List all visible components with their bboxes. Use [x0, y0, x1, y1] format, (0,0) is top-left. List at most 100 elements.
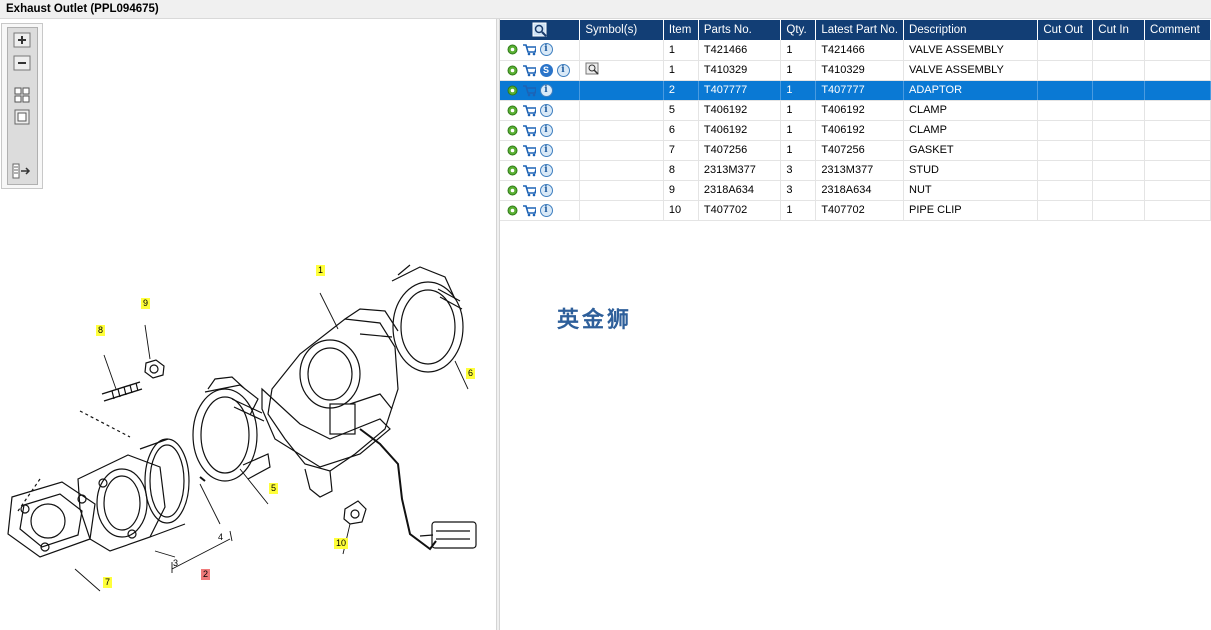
table-row[interactable]: i 6 T406192 1 T406192 CLAMP: [500, 120, 1211, 141]
comment-cell: [1144, 140, 1211, 161]
callout-8[interactable]: 8: [96, 325, 106, 336]
cart-icon[interactable]: [522, 103, 536, 117]
column-header-comment[interactable]: Comment: [1144, 20, 1211, 40]
info-icon[interactable]: i: [539, 123, 553, 137]
symbol-preview-icon[interactable]: [585, 62, 599, 76]
callout-2[interactable]: 2: [201, 569, 211, 580]
panel-arrow-icon: [12, 163, 31, 179]
parts-no-cell: T407702: [698, 200, 782, 221]
cart-icon[interactable]: [522, 63, 536, 77]
cart-icon[interactable]: [522, 43, 536, 57]
parts-no-cell: 2313M377: [698, 160, 782, 181]
cart-icon[interactable]: [522, 83, 536, 97]
callout-7[interactable]: 7: [103, 577, 113, 588]
qty-cell: 1: [780, 140, 817, 161]
table-row[interactable]: i 8 2313M377 3 2313M377 STUD: [500, 160, 1211, 181]
parts-no-cell: T407256: [698, 140, 782, 161]
info-icon[interactable]: i: [539, 83, 553, 97]
parts-list-pane: Symbol(s) Item Parts No. Qty. Latest Par…: [500, 19, 1211, 630]
cut-out-cell: [1037, 100, 1094, 121]
qty-cell: 1: [780, 80, 817, 101]
cart-icon[interactable]: [522, 163, 536, 177]
cart-icon[interactable]: [522, 203, 536, 217]
table-row[interactable]: i 10 T407702 1 T407702 PIPE CLIP: [500, 200, 1211, 221]
item-cell: 5: [663, 100, 699, 121]
description-cell: VALVE ASSEMBLY: [903, 60, 1039, 81]
callout-3[interactable]: 3: [173, 558, 178, 569]
gear-icon[interactable]: [505, 43, 519, 57]
zoom-in-button[interactable]: [12, 31, 32, 49]
table-row[interactable]: i 9 2318A634 3 2318A634 NUT: [500, 180, 1211, 201]
callout-4[interactable]: 4: [218, 532, 223, 543]
cut-out-cell: [1037, 200, 1094, 221]
table-row[interactable]: i 1 T421466 1 T421466 VALVE ASSEMBLY: [500, 40, 1211, 61]
info-icon[interactable]: i: [539, 103, 553, 117]
latest-part-no-cell: 2318A634: [815, 180, 905, 201]
table-row[interactable]: i 2 T407777 1 T407777 ADAPTOR: [500, 80, 1211, 101]
qty-cell: 1: [780, 60, 817, 81]
symbols-cell: [579, 200, 664, 221]
column-header-cut-in[interactable]: Cut In: [1092, 20, 1146, 40]
nut-part: [144, 359, 165, 379]
gear-icon[interactable]: [505, 123, 519, 137]
gear-icon[interactable]: [505, 203, 519, 217]
info-icon[interactable]: i: [556, 63, 570, 77]
gear-icon[interactable]: [505, 63, 519, 77]
column-header-item[interactable]: Item: [663, 20, 699, 40]
toggle-panel-button[interactable]: [12, 162, 32, 180]
diagram-pane[interactable]: 1 2 3 4 5 6 7 8 9 10: [0, 19, 497, 630]
table-row[interactable]: i 5 T406192 1 T406192 CLAMP: [500, 100, 1211, 121]
column-header-description[interactable]: Description: [903, 20, 1039, 40]
comment-cell: [1144, 180, 1211, 201]
gear-icon[interactable]: [505, 103, 519, 117]
column-header-parts-no[interactable]: Parts No.: [698, 20, 782, 40]
gear-icon[interactable]: [505, 163, 519, 177]
cart-icon[interactable]: [522, 143, 536, 157]
table-row[interactable]: i 7 T407256 1 T407256 GASKET: [500, 140, 1211, 161]
description-cell: STUD: [903, 160, 1039, 181]
clamp-5-part: [192, 388, 258, 482]
fit-window-icon: [14, 109, 30, 125]
latest-part-no-cell: T421466: [815, 40, 905, 61]
zoom-out-button[interactable]: [12, 54, 32, 72]
description-cell: NUT: [903, 180, 1039, 201]
info-icon[interactable]: i: [539, 163, 553, 177]
s-badge-icon[interactable]: S: [539, 63, 553, 77]
gear-icon[interactable]: [505, 83, 519, 97]
callout-1[interactable]: 1: [316, 265, 326, 276]
info-icon[interactable]: i: [539, 183, 553, 197]
callout-10[interactable]: 10: [334, 538, 349, 549]
pipe-clip-part: [343, 500, 367, 525]
callout-9[interactable]: 9: [141, 298, 151, 309]
cut-in-cell: [1092, 140, 1146, 161]
parts-no-cell: T421466: [698, 40, 782, 61]
cut-in-cell: [1092, 80, 1146, 101]
comment-cell: [1144, 160, 1211, 181]
latest-part-no-cell: T407702: [815, 200, 905, 221]
column-header-tools[interactable]: [500, 20, 581, 40]
callout-5[interactable]: 5: [269, 483, 279, 494]
symbols-cell: [579, 140, 664, 161]
description-cell: GASKET: [903, 140, 1039, 161]
fit-window-button[interactable]: [12, 108, 32, 126]
gear-icon[interactable]: [505, 143, 519, 157]
column-header-latest-part-no[interactable]: Latest Part No.: [815, 20, 905, 40]
parts-no-cell: T407777: [698, 80, 782, 101]
gear-icon[interactable]: [505, 183, 519, 197]
info-icon[interactable]: i: [539, 203, 553, 217]
table-row[interactable]: Si 1 T410329 1 T410329 VALVE ASSEMBLY: [500, 60, 1211, 81]
comment-cell: [1144, 40, 1211, 61]
row-actions: i: [500, 180, 581, 201]
info-icon[interactable]: i: [539, 43, 553, 57]
column-header-qty[interactable]: Qty.: [780, 20, 817, 40]
column-header-cut-out[interactable]: Cut Out: [1037, 20, 1094, 40]
description-cell: PIPE CLIP: [903, 200, 1039, 221]
column-header-symbols[interactable]: Symbol(s): [579, 20, 664, 40]
cart-icon[interactable]: [522, 123, 536, 137]
window-title: Exhaust Outlet (PPL094675): [6, 3, 159, 15]
info-icon[interactable]: i: [539, 143, 553, 157]
row-actions: i: [500, 200, 581, 221]
fit-all-button[interactable]: [12, 86, 32, 104]
cart-icon[interactable]: [522, 183, 536, 197]
callout-6[interactable]: 6: [466, 368, 476, 379]
